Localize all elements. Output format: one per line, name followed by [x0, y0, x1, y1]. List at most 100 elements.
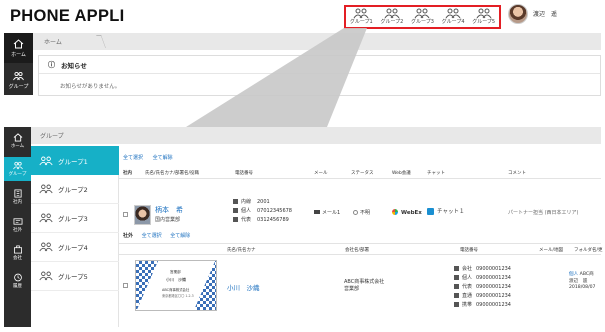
column-header: 氏名/氏名カナ/部署名/役職: [145, 171, 200, 176]
ext-phone-main[interactable]: 代表 09000001234: [454, 283, 511, 290]
group-list-label: グループ4: [58, 244, 88, 252]
webex-label: WebEx: [401, 210, 422, 216]
phone-number: 09000001234: [476, 266, 511, 272]
building-icon: [454, 266, 459, 271]
mobile-icon: [454, 302, 459, 307]
external-contact-name-link[interactable]: 小川 沙織: [227, 282, 260, 292]
phone-number: 0312456789: [257, 217, 289, 223]
status-label: 不明: [360, 210, 371, 216]
home-icon: [13, 133, 22, 142]
phone-label: 内線: [241, 199, 252, 205]
sidebar-item-group[interactable]: グループ: [4, 157, 31, 181]
sidebar-item-external[interactable]: 社外: [4, 213, 31, 237]
phone-label: 個人: [462, 275, 473, 281]
phone-label: 個人: [241, 208, 252, 214]
card-icon: [13, 218, 22, 225]
chat-button[interactable]: チャット１: [427, 207, 464, 215]
column-header: チャット: [427, 171, 445, 176]
internal-select-actions: 全て選択 全て解除: [123, 154, 181, 161]
phone-label: 代表: [462, 284, 473, 290]
group-icon: [12, 161, 23, 170]
sidebar-item-history[interactable]: 履歴: [4, 269, 31, 293]
main-sidebar: ホーム グループ 社内 社外 会社 履歴: [4, 127, 31, 327]
sidebar-item-home[interactable]: ホーム: [4, 129, 31, 153]
contact-comment: パートナー担当 (西日本エリア): [508, 210, 579, 216]
ext-phone-mobile[interactable]: 携帯 09000001234: [454, 301, 511, 308]
company-name[interactable]: ABC商事株式会社: [344, 279, 384, 286]
column-header: コメント: [508, 171, 526, 176]
sidebar-item-internal[interactable]: 社内: [4, 185, 31, 209]
group-icon: [39, 213, 53, 223]
history-icon: [13, 273, 22, 282]
card-address: 東京都港区〇〇 1-2-3: [162, 294, 194, 298]
phone-number: 09000001234: [476, 284, 511, 290]
card-title: 営業部: [170, 270, 181, 274]
ext-phone-direct[interactable]: 直通 09000001234: [454, 292, 511, 299]
group-list-label: グループ3: [58, 215, 88, 223]
sidebar-label: グループ: [8, 172, 27, 177]
ext-phone-company[interactable]: 会社 09000001234: [454, 265, 511, 272]
updated-date: 2018/08/07: [569, 285, 596, 290]
webex-button[interactable]: WebEx: [392, 209, 422, 216]
phone-label: 会社: [462, 266, 473, 272]
select-all-link[interactable]: 全て選択: [123, 155, 143, 161]
status-circle-icon: [353, 210, 358, 215]
internal-table-header: 社内 氏名/氏名カナ/部署名/役職 電話番号 メール ステータス Web会議 チ…: [119, 167, 601, 179]
column-header: 電話番号: [460, 248, 478, 253]
folder-link[interactable]: 個人: [569, 272, 578, 277]
row-checkbox[interactable]: [123, 283, 128, 288]
deselect-all-link[interactable]: 全て解除: [170, 233, 190, 239]
column-header: 電話番号: [235, 171, 253, 176]
folder-company: ABC商: [579, 272, 594, 277]
folder-owner: 渡辺 遥: [569, 279, 588, 284]
contact-name-link[interactable]: 柄本 希: [155, 205, 183, 215]
column-header: メール: [314, 171, 328, 176]
mobile-icon: [454, 275, 459, 280]
select-all-link[interactable]: 全て選択: [142, 233, 162, 239]
column-header: フォルダ名/更: [574, 248, 603, 253]
phone-label: 携帯: [462, 302, 473, 308]
row-checkbox[interactable]: [123, 212, 128, 217]
phone-personal[interactable]: 個人 07012345678: [233, 207, 292, 214]
sidebar-label: ホーム: [10, 144, 25, 149]
group-list-item-3[interactable]: グループ3: [31, 204, 119, 233]
sidebar-item-company[interactable]: 会社: [4, 241, 31, 265]
deselect-all-link[interactable]: 全て解除: [153, 155, 173, 161]
sidebar-label: 会社: [13, 256, 22, 261]
group-icon: [39, 156, 53, 165]
group-list-label: グループ5: [58, 273, 88, 281]
card-pattern: [136, 261, 158, 310]
phone-extension[interactable]: 内線 2001: [233, 198, 270, 205]
chat-icon: [427, 208, 434, 215]
group-list: グループ1 グループ2 グループ3 グループ4 グループ5: [31, 146, 119, 327]
phone-number: 07012345678: [257, 208, 292, 214]
group-list-item-2[interactable]: グループ2: [31, 175, 119, 204]
sidebar-label: 履歴: [13, 284, 22, 289]
sidebar-label: 社内: [13, 200, 22, 205]
phone-main[interactable]: 代表 0312456789: [233, 216, 289, 223]
ext-phone-personal[interactable]: 個人 09000001234: [454, 274, 511, 281]
mail-button[interactable]: メール1: [314, 209, 340, 216]
group-list-item-1[interactable]: グループ1: [31, 146, 119, 175]
group-icon: [39, 242, 53, 252]
business-card-image[interactable]: 営業部 小川 沙織 ABC商事株式会社 東京都港区〇〇 1-2-3: [135, 260, 217, 311]
phone-icon: [233, 199, 238, 204]
phone-number: 2001: [257, 199, 270, 205]
building-icon: [13, 189, 22, 198]
phone-icon: [454, 293, 459, 298]
internal-tab-label: 社内: [123, 171, 132, 176]
group-list-item-5[interactable]: グループ5: [31, 262, 119, 291]
column-header: 氏名/氏名カナ: [227, 248, 256, 253]
contact-photo: [134, 205, 151, 225]
card-company: ABC商事株式会社: [162, 288, 190, 292]
building-icon: [233, 217, 238, 222]
breadcrumb: グループ: [31, 127, 601, 144]
group-icon: [39, 184, 53, 194]
mobile-icon: [233, 208, 238, 213]
external-tab-label: 社外: [123, 233, 134, 239]
column-header: メール/地図: [539, 248, 564, 253]
breadcrumb-group[interactable]: グループ: [40, 131, 64, 140]
group-list-item-4[interactable]: グループ4: [31, 233, 119, 262]
phone-number: 09000001234: [476, 293, 511, 299]
chat-label: チャット１: [437, 209, 465, 215]
